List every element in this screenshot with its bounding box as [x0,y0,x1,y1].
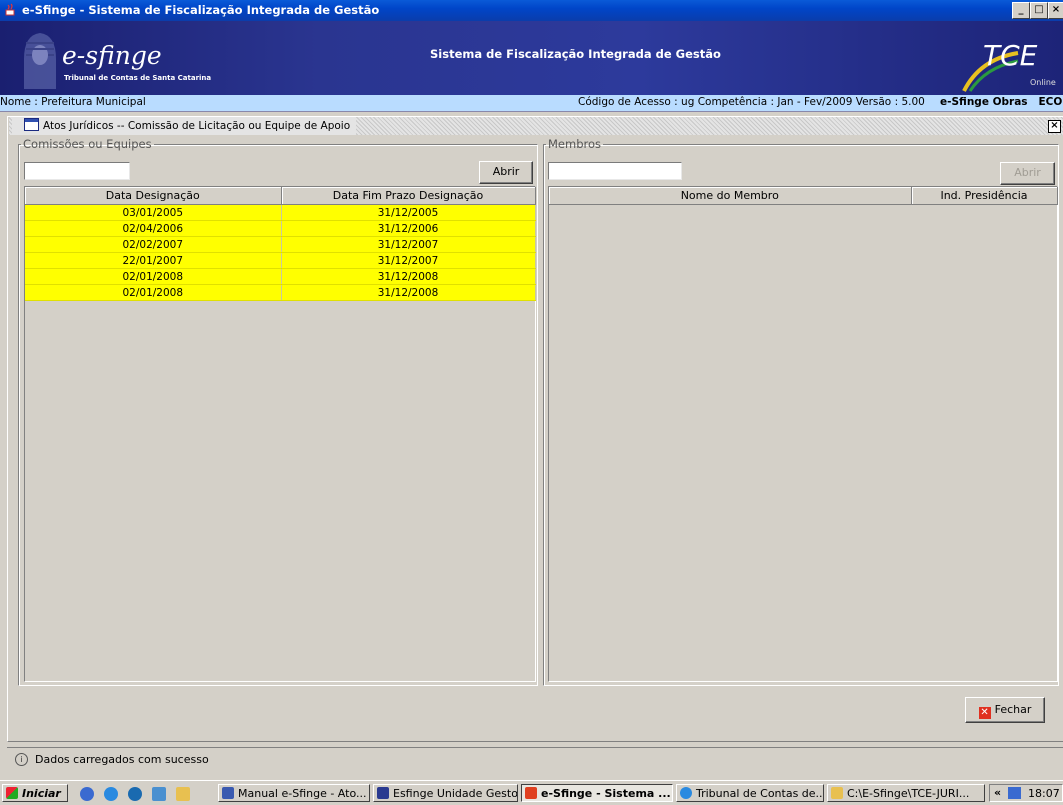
status-message: Dados carregados com sucesso [35,753,209,766]
esfinge-logo-text: e-sfinge [62,41,162,70]
windows-logo-icon [6,787,18,799]
table-row[interactable]: 02/01/2008 31/12/2008 [25,268,536,285]
internal-frame-title: Atos Jurídicos -- Comissão de Licitação … [43,120,351,132]
table-row[interactable]: 22/01/2007 31/12/2007 [25,252,536,269]
column-header-member-name[interactable]: Nome do Membro [549,187,912,205]
module-name: e-Sfinge Obras ECO [940,96,1063,108]
banner-title: Sistema de Fiscalização Integrada de Ges… [430,47,721,61]
folder-icon [831,787,843,799]
column-header-presidency[interactable]: Ind. Presidência [911,187,1058,205]
designation-date-cell[interactable]: 02/04/2006 [25,220,282,237]
task-folder[interactable]: C:\E-Sfinge\TCE-JURI... [827,784,985,802]
start-button[interactable]: Iniciar [2,784,68,802]
commissions-table: Data Designação Data Fim Prazo Designaçã… [25,187,536,301]
task-word[interactable]: Manual e-Sfinge - Ato... [218,784,370,802]
app-banner: e-sfinge Tribunal de Contas de Santa Cat… [0,21,1063,95]
maximize-button[interactable]: □ [1030,2,1048,19]
end-date-cell[interactable]: 31/12/2008 [281,284,536,301]
network-icon[interactable] [1008,787,1021,799]
start-label: Iniciar [22,787,61,800]
members-legend: Membros [548,137,602,151]
column-header-designation-date[interactable]: Data Designação [25,187,282,205]
tce-logo-text: TCE [983,39,1038,72]
esfinge-logo-subtitle: Tribunal de Contas de Santa Catarina [64,74,212,82]
java-icon [525,787,537,799]
internal-frame-title-bar[interactable]: Atos Jurídicos -- Comissão de Licitação … [9,117,1063,135]
word-icon [222,787,234,799]
commissions-open-button[interactable]: Abrir [479,161,533,184]
taskbar: Iniciar Manual e-Sfinge - Ato... Esfinge… [0,780,1063,805]
quicklaunch-outlook-icon[interactable] [152,787,166,801]
session-details: Código de Acesso : ug Competência : Jan … [578,96,925,108]
designation-date-cell[interactable]: 02/01/2008 [25,284,282,301]
task-esfinge-sistema[interactable]: e-Sfinge - Sistema ... [521,784,673,802]
table-row[interactable]: 03/01/2005 31/12/2005 [25,204,536,221]
end-date-cell[interactable]: 31/12/2006 [281,220,536,237]
table-row[interactable]: 02/04/2006 31/12/2006 [25,220,536,237]
task-tribunal[interactable]: Tribunal de Contas de... [676,784,824,802]
close-window-button[interactable]: × [1048,2,1063,19]
column-header-end-date[interactable]: Data Fim Prazo Designação [281,187,536,205]
members-table: Nome do Membro Ind. Presidência [549,187,1058,205]
status-bar: i Dados carregados com sucesso [7,747,1063,772]
end-date-cell[interactable]: 31/12/2007 [281,252,536,269]
tray-expand-button[interactable]: « [994,786,1001,799]
quicklaunch-ie-icon[interactable] [104,787,118,801]
window-title-bar[interactable]: e-Sfinge - Sistema de Fiscalização Integ… [0,0,1063,21]
close-x-icon: ✕ [978,707,991,719]
table-row[interactable]: 02/02/2007 31/12/2007 [25,236,536,253]
commissions-legend: Comissões ou Equipes [23,137,152,151]
java-coffee-icon [5,3,15,16]
info-icon: i [15,753,28,766]
designation-date-cell[interactable]: 02/02/2007 [25,236,282,253]
ie-icon [680,787,692,799]
commissions-search-input[interactable] [24,162,130,180]
table-row[interactable]: 02/01/2008 31/12/2008 [25,284,536,301]
members-search-input[interactable] [548,162,682,180]
tce-logo-online: Online [1030,78,1056,87]
quicklaunch-desktop-icon[interactable] [80,787,94,801]
session-info-bar: Nome : Prefeitura Municipal Código de Ac… [0,95,1063,112]
quicklaunch-media-icon[interactable] [128,787,142,801]
designation-date-cell[interactable]: 02/01/2008 [25,268,282,285]
end-date-cell[interactable]: 31/12/2007 [281,236,536,253]
members-open-button[interactable]: Abrir [1000,162,1055,185]
commissions-table-area: Data Designação Data Fim Prazo Designaçã… [24,186,536,682]
system-tray: « 18:07 [989,784,1063,802]
designation-date-cell[interactable]: 03/01/2005 [25,204,282,221]
tce-icon [377,787,389,799]
minimize-button[interactable]: _ [1012,2,1030,19]
close-button-label: Fechar [994,703,1032,716]
window-title: e-Sfinge - Sistema de Fiscalização Integ… [22,3,380,17]
close-button[interactable]: ✕ Fechar [965,697,1045,723]
task-esfinge-ug[interactable]: Esfinge Unidade Gestora [373,784,518,802]
entity-name: Nome : Prefeitura Municipal [0,96,146,108]
close-frame-icon[interactable]: × [1048,120,1061,133]
end-date-cell[interactable]: 31/12/2008 [281,268,536,285]
end-date-cell[interactable]: 31/12/2005 [281,204,536,221]
quicklaunch-folder-icon[interactable] [176,787,190,801]
clock[interactable]: 18:07 [1028,787,1060,800]
sphinx-logo-icon [24,33,56,89]
members-table-area: Nome do Membro Ind. Presidência [548,186,1058,682]
designation-date-cell[interactable]: 22/01/2007 [25,252,282,269]
window-icon [24,118,39,131]
